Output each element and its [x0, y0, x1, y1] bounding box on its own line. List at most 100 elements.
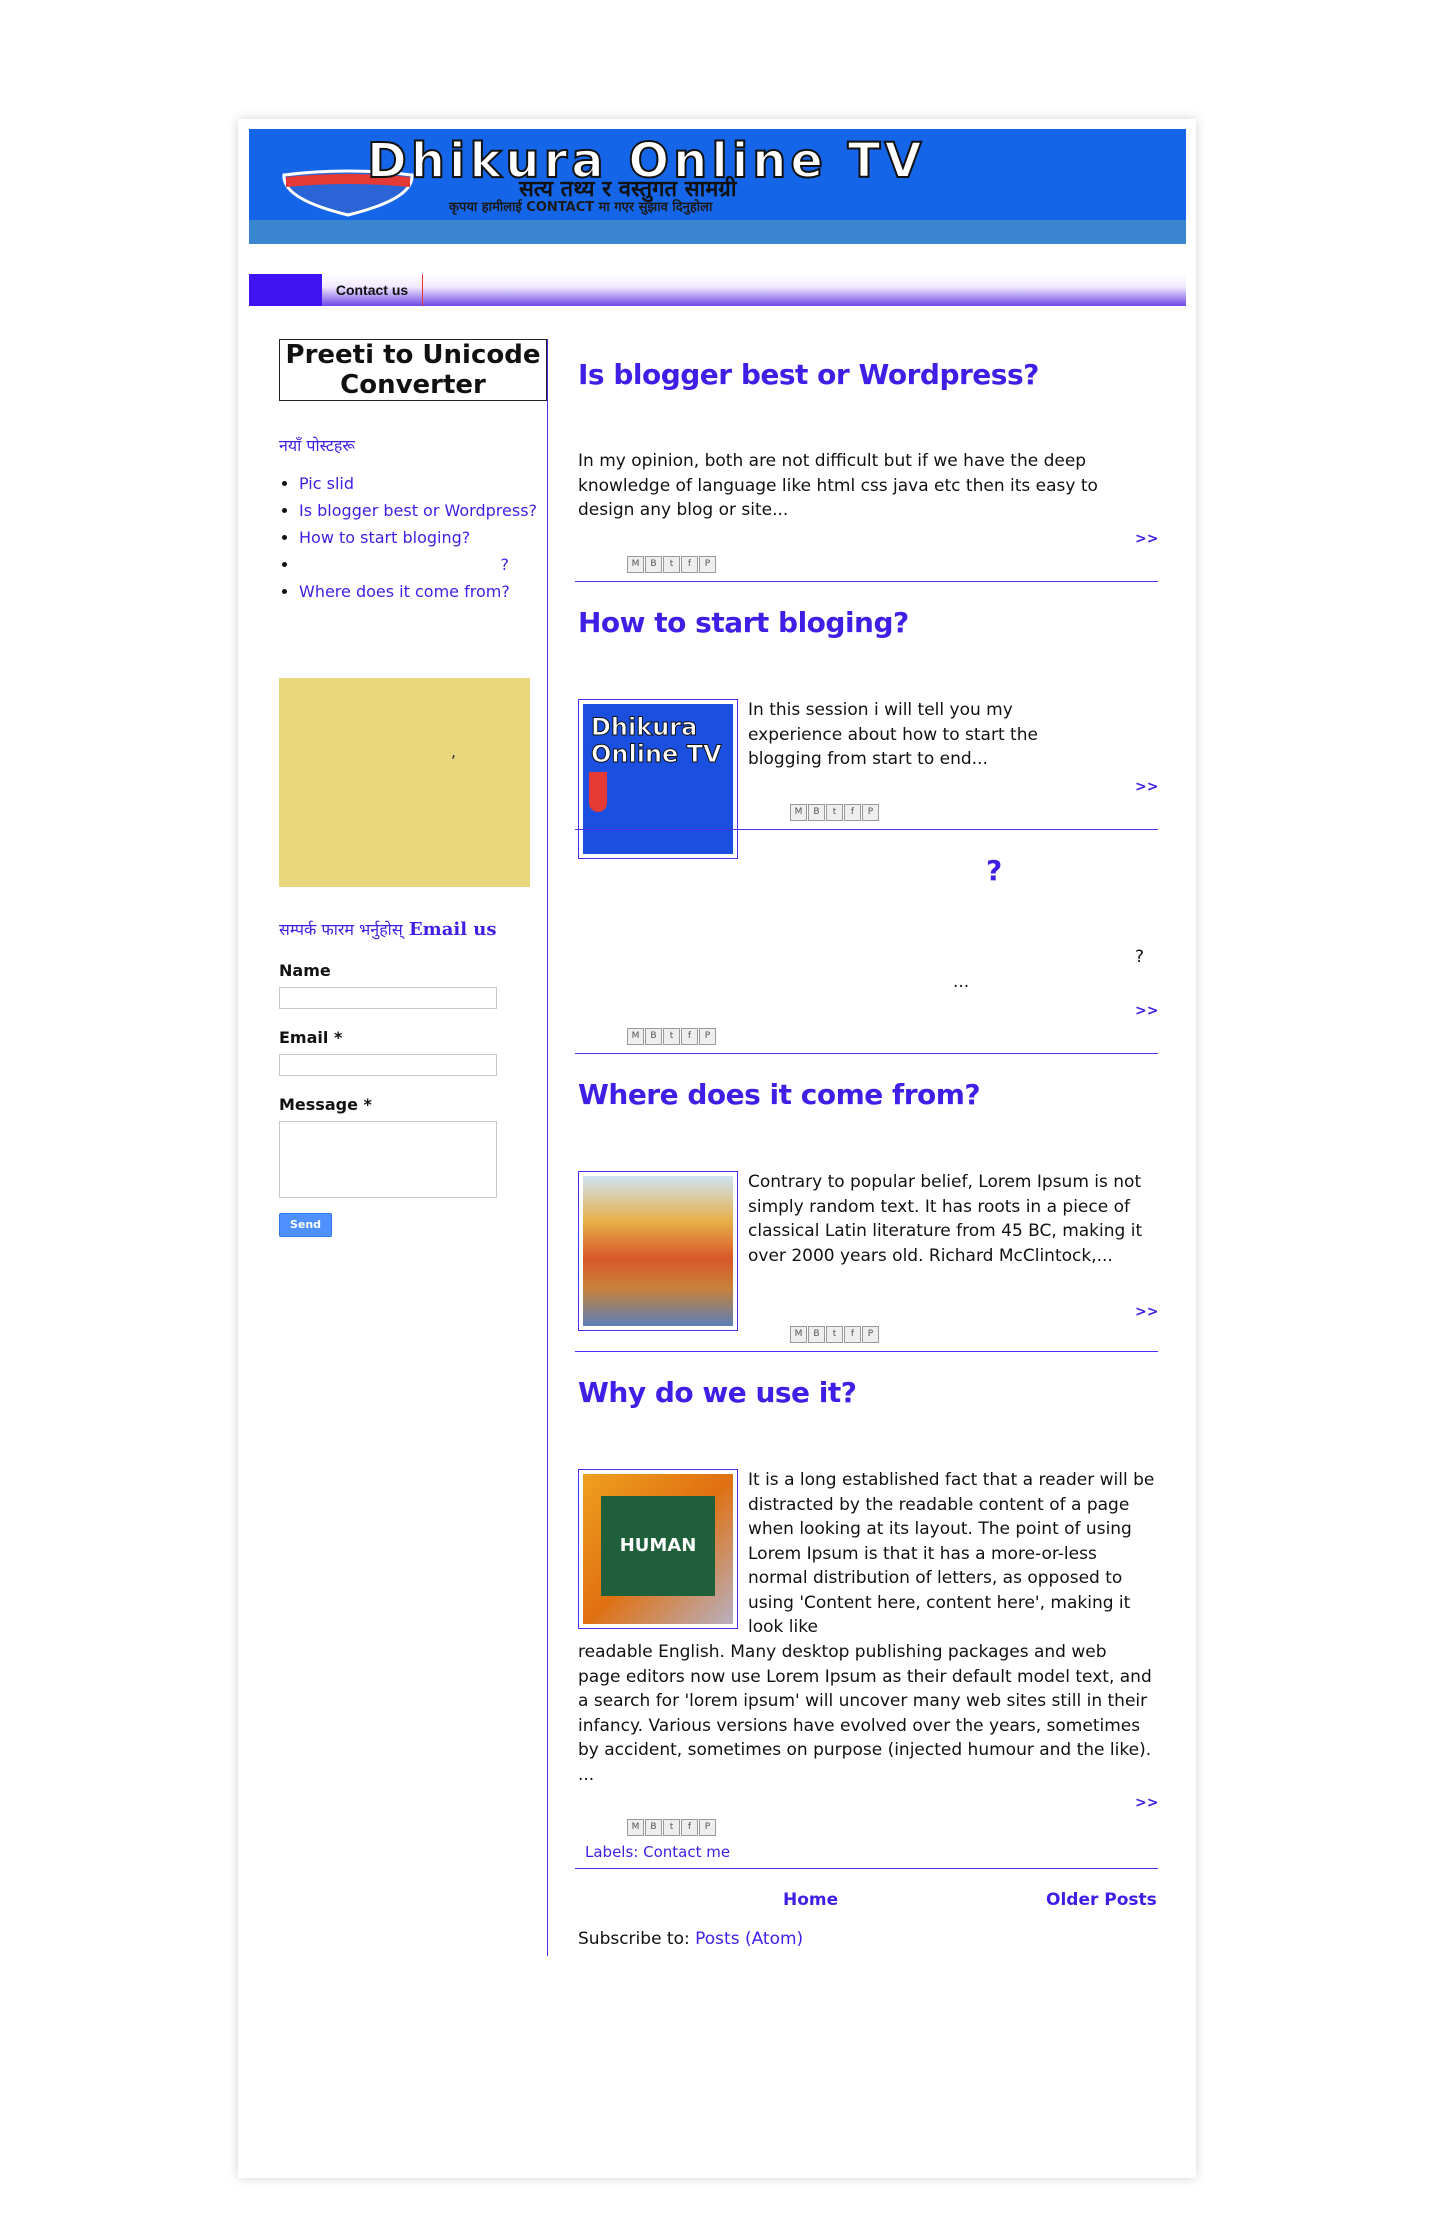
- read-more-link[interactable]: >>: [1135, 779, 1158, 795]
- blogthis-share-icon[interactable]: B: [645, 1819, 662, 1836]
- post-separator: [575, 1053, 1158, 1054]
- email-share-icon[interactable]: M: [627, 1028, 644, 1045]
- pinterest-share-icon[interactable]: P: [699, 556, 716, 573]
- share-buttons: M B t f P: [627, 1819, 716, 1837]
- subscribe-line: Subscribe to: Posts (Atom): [578, 1929, 803, 1949]
- subscribe-prefix: Subscribe to:: [578, 1929, 690, 1949]
- recent-post-link[interactable]: Where does it come from?: [299, 582, 510, 601]
- nav-bar: Contact us: [249, 274, 1186, 306]
- facebook-share-icon[interactable]: f: [844, 804, 861, 821]
- post-snippet-top: It is a long established fact that a rea…: [748, 1470, 1155, 1637]
- list-item: Where does it come from?: [299, 582, 549, 601]
- pinterest-share-icon[interactable]: P: [699, 1028, 716, 1045]
- post-title[interactable]: Where does it come from?: [578, 1078, 981, 1111]
- post-snippet: In my opinion, both are not difficult bu…: [578, 451, 1098, 520]
- share-buttons: M B t f P: [790, 804, 879, 822]
- post-separator: [575, 829, 1158, 830]
- share-buttons: M B t f P: [627, 556, 716, 574]
- recent-post-link[interactable]: How to start bloging?: [299, 528, 470, 547]
- pinterest-share-icon[interactable]: P: [862, 1326, 879, 1343]
- site-notice: कृपया हामीलाई CONTACT मा गएर सुझाव दिनुह…: [449, 200, 713, 215]
- contact-title-suffix: Email us: [408, 919, 497, 940]
- blogthis-share-icon[interactable]: B: [645, 556, 662, 573]
- label-link[interactable]: Contact me: [643, 1843, 730, 1861]
- pinterest-share-icon[interactable]: P: [862, 804, 879, 821]
- list-item: ?: [299, 555, 549, 574]
- recent-post-link[interactable]: ?: [299, 555, 549, 574]
- post-labels: Labels: Contact me: [585, 1843, 730, 1861]
- facebook-share-icon[interactable]: f: [681, 1819, 698, 1836]
- email-label: Email *: [279, 1028, 343, 1047]
- email-share-icon[interactable]: M: [627, 556, 644, 573]
- facebook-share-icon[interactable]: f: [681, 556, 698, 573]
- thumb-image: [583, 1176, 733, 1326]
- post-title[interactable]: Is blogger best or Wordpress?: [578, 358, 1039, 391]
- post-snippet: In this session i will tell you my exper…: [748, 700, 1038, 769]
- read-more-link[interactable]: >>: [1135, 1795, 1158, 1811]
- recent-posts-heading: नयाँ पोस्टहरू: [279, 436, 355, 455]
- post-thumbnail[interactable]: HUMAN: [578, 1469, 738, 1629]
- blogthis-share-icon[interactable]: B: [808, 1326, 825, 1343]
- thumb-shield-icon: [589, 772, 607, 812]
- nav-contact-us[interactable]: Contact us: [322, 274, 423, 306]
- post-thumbnail[interactable]: [578, 1171, 738, 1331]
- twitter-share-icon[interactable]: t: [663, 556, 680, 573]
- email-share-icon[interactable]: M: [790, 1326, 807, 1343]
- sidebar-widget-box: ,: [279, 678, 530, 887]
- atom-feed-link[interactable]: Posts (Atom): [695, 1929, 803, 1949]
- post-title[interactable]: ?: [986, 854, 1002, 887]
- thumb-word: HUMAN: [601, 1496, 715, 1596]
- converter-label-line2: Converter: [340, 370, 486, 400]
- name-label: Name: [279, 961, 331, 980]
- facebook-share-icon[interactable]: f: [681, 1028, 698, 1045]
- name-input[interactable]: [279, 987, 497, 1009]
- post-title[interactable]: Why do we use it?: [578, 1376, 857, 1409]
- labels-prefix: Labels:: [585, 1843, 639, 1861]
- thumb-image: Dhikura Online TV: [583, 704, 733, 854]
- preeti-converter-link[interactable]: Preeti to Unicode Converter: [279, 339, 547, 401]
- read-more-link[interactable]: >>: [1135, 1003, 1158, 1019]
- send-button[interactable]: Send: [279, 1213, 332, 1237]
- home-link[interactable]: Home: [783, 1890, 838, 1910]
- recent-post-link[interactable]: Pic slid: [299, 474, 354, 493]
- widget-text: ,: [451, 742, 457, 761]
- contact-form-title: सम्पर्क फारम भर्नुहोस् Email us: [279, 918, 497, 940]
- message-textarea[interactable]: [279, 1121, 497, 1198]
- message-label: Message *: [279, 1095, 372, 1114]
- read-more-link[interactable]: >>: [1135, 1304, 1158, 1320]
- list-item: How to start bloging?: [299, 528, 549, 547]
- share-buttons: M B t f P: [790, 1326, 879, 1344]
- list-item: Is blogger best or Wordpress?: [299, 501, 549, 520]
- email-share-icon[interactable]: M: [790, 804, 807, 821]
- post-snippet: Contrary to popular belief, Lorem Ipsum …: [748, 1172, 1143, 1266]
- facebook-share-icon[interactable]: f: [844, 1326, 861, 1343]
- pinterest-share-icon[interactable]: P: [699, 1819, 716, 1836]
- email-input[interactable]: [279, 1054, 497, 1076]
- post-snippet-line1: ?: [1135, 947, 1145, 967]
- twitter-share-icon[interactable]: t: [826, 1326, 843, 1343]
- banner-stripe: [249, 220, 1186, 244]
- recent-posts-list: Pic slid Is blogger best or Wordpress? H…: [279, 474, 549, 609]
- converter-label-line1: Preeti to Unicode: [285, 340, 541, 370]
- twitter-share-icon[interactable]: t: [826, 804, 843, 821]
- post-snippet-line2: ...: [953, 972, 970, 992]
- read-more-link[interactable]: >>: [1135, 531, 1158, 547]
- post-thumbnail[interactable]: Dhikura Online TV: [578, 699, 738, 859]
- older-posts-link[interactable]: Older Posts: [1046, 1890, 1157, 1910]
- post-separator: [575, 1351, 1158, 1352]
- post-title[interactable]: How to start bloging?: [578, 606, 909, 639]
- nav-home-tab[interactable]: [249, 274, 322, 306]
- twitter-share-icon[interactable]: t: [663, 1028, 680, 1045]
- post-snippet-bottom: readable English. Many desktop publishin…: [578, 1642, 1152, 1785]
- email-share-icon[interactable]: M: [627, 1819, 644, 1836]
- header-banner[interactable]: Dhikura Online TV सत्य तथ्य र वस्तुगत सा…: [249, 129, 1186, 244]
- blogthis-share-icon[interactable]: B: [808, 804, 825, 821]
- twitter-share-icon[interactable]: t: [663, 1819, 680, 1836]
- share-buttons: M B t f P: [627, 1028, 716, 1046]
- blogthis-share-icon[interactable]: B: [645, 1028, 662, 1045]
- thumb-title: Dhikura Online TV: [591, 713, 723, 768]
- list-item: Pic slid: [299, 474, 549, 493]
- post-separator: [575, 1868, 1158, 1869]
- thumb-image: HUMAN: [583, 1474, 733, 1624]
- recent-post-link[interactable]: Is blogger best or Wordpress?: [299, 501, 537, 520]
